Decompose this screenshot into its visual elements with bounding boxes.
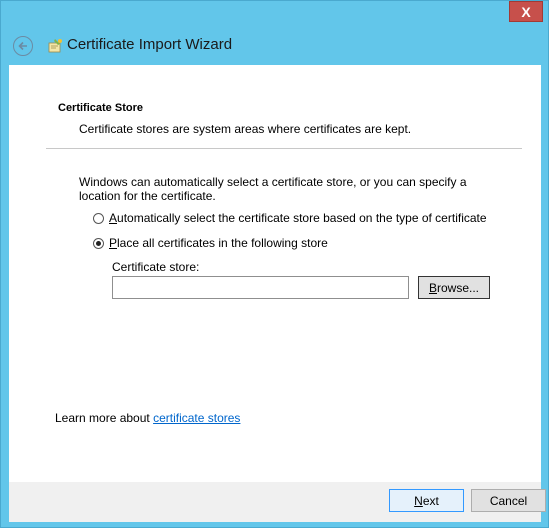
wizard-footer: Next Cancel	[9, 482, 546, 522]
certificate-wizard-icon	[48, 39, 62, 53]
learn-more-text: Learn more about certificate stores	[55, 411, 241, 425]
back-arrow-icon	[18, 41, 27, 51]
auto-select-option[interactable]: Automatically select the certificate sto…	[93, 211, 487, 225]
close-button[interactable]: X	[509, 1, 543, 22]
place-in-store-label[interactable]: Place all certificates in the following …	[109, 236, 328, 250]
back-button[interactable]	[13, 36, 33, 56]
wizard-content: Certificate Store Certificate stores are…	[9, 65, 541, 482]
close-icon: X	[521, 3, 531, 20]
certificate-store-label: Certificate store:	[112, 260, 200, 274]
intro-text: Windows can automatically select a certi…	[79, 175, 467, 203]
cancel-button[interactable]: Cancel	[471, 489, 546, 512]
browse-button[interactable]: Browse...	[418, 276, 490, 299]
wizard-title: Certificate Import Wizard	[67, 36, 233, 53]
section-description: Certificate stores are system areas wher…	[79, 122, 412, 136]
certificate-store-field[interactable]	[112, 276, 409, 299]
auto-select-radio[interactable]	[93, 212, 104, 224]
next-button[interactable]: Next	[389, 489, 464, 512]
certificate-stores-link[interactable]: certificate stores	[153, 411, 240, 425]
wizard-header: Certificate Import Wizard	[11, 33, 531, 59]
place-in-store-option[interactable]: Place all certificates in the following …	[93, 236, 328, 250]
place-in-store-radio[interactable]	[93, 237, 104, 249]
auto-select-label[interactable]: Automatically select the certificate sto…	[109, 211, 487, 225]
section-title: Certificate Store	[58, 102, 143, 114]
header-divider	[46, 148, 522, 149]
wizard-window: X Certificate Import Wizard Certificate …	[0, 0, 549, 528]
